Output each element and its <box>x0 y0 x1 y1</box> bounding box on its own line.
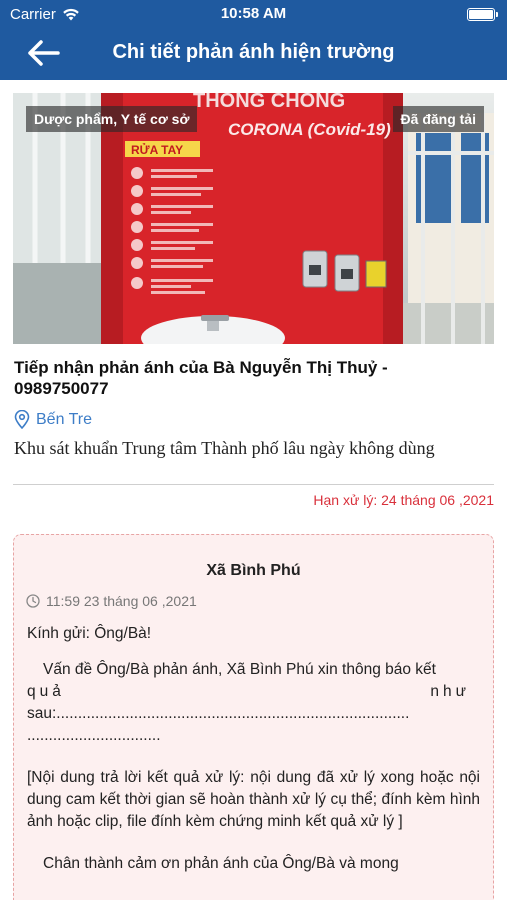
category-badge: Dược phẩm, Y tế cơ sở <box>26 106 198 132</box>
reply-body: Kính gửi: Ông/Bà! Vấn đề Ông/Bà phản ánh… <box>27 623 480 875</box>
location-label: Bến Tre <box>36 410 93 428</box>
nav-bar: Chi tiết phản ánh hiện trường <box>0 30 507 76</box>
app-header: Carrier 10:58 AM Chi tiết phản ánh hiện … <box>0 0 507 80</box>
reply-para1-line2: quả như <box>27 681 480 703</box>
location-pin-icon <box>14 410 30 429</box>
battery-icon <box>467 8 498 21</box>
poster-headline: THÔNG CHỐNG <box>193 93 345 112</box>
reply-para2: [Nội dung trả lời kết quả xử lý: nội dun… <box>27 769 480 830</box>
reply-para1-line3: sau:....................................… <box>27 705 410 722</box>
deadline-label: Hạn xử lý: 24 tháng 06 ,2021 <box>313 492 494 508</box>
reply-unit: Xã Bình Phú <box>206 562 301 579</box>
status-badge: Đã đăng tải <box>392 106 484 132</box>
poster-rua-tay: RỬA TAY <box>131 142 183 157</box>
page-title: Chi tiết phản ánh hiện trường <box>112 41 395 63</box>
report-title: Tiếp nhận phản ánh của Bà Nguyễn Thị Thu… <box>14 358 388 398</box>
reply-timestamp-text: 11:59 23 tháng 06 ,2021 <box>46 593 197 609</box>
status-bar: Carrier 10:58 AM <box>0 0 507 28</box>
clock-icon <box>26 594 40 608</box>
divider <box>13 484 494 485</box>
report-location[interactable]: Bến Tre <box>14 410 92 429</box>
reply-timestamp: 11:59 23 tháng 06 ,2021 <box>26 593 197 609</box>
status-time: 10:58 AM <box>220 5 287 22</box>
reply-para1-line4: ............................... <box>27 727 161 744</box>
reply-para1-word1: quả <box>27 683 65 700</box>
report-photo[interactable]: THÔNG CHỐNG CORONA (Covid-19) RỬA TAY Dư… <box>13 93 494 344</box>
poster-corona: CORONA (Covid-19) <box>228 120 391 139</box>
reply-para1-word2: như <box>430 683 470 700</box>
reply-para1: Vấn đề Ông/Bà phản ánh, Xã Bình Phú xin … <box>43 661 436 678</box>
reply-greeting: Kính gửi: Ông/Bà! <box>27 625 152 642</box>
reply-para3: Chân thành cảm ơn phản ánh của Ông/Bà và… <box>43 855 399 872</box>
reply-card: Xã Bình Phú 11:59 23 tháng 06 ,2021 Kính… <box>13 534 494 900</box>
report-description: Khu sát khuẩn Trung tâm Thành phố lâu ng… <box>14 438 435 458</box>
